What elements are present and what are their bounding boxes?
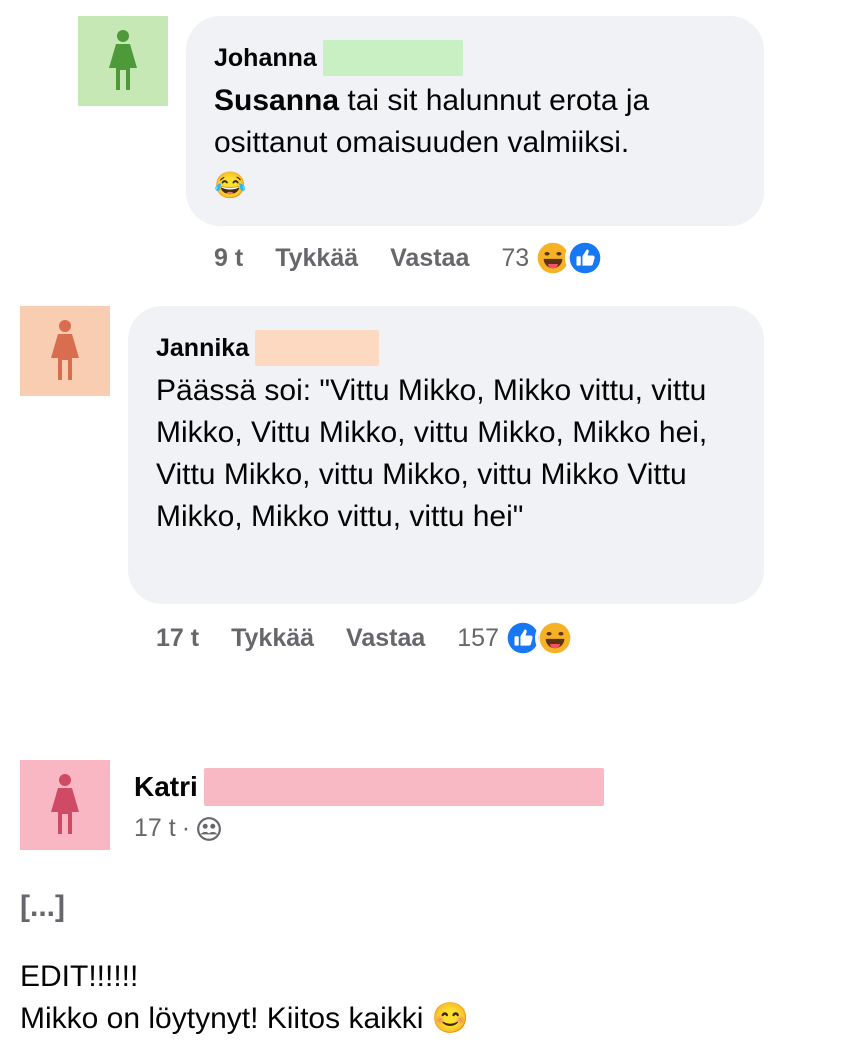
post-author[interactable]: Katri — [134, 769, 198, 805]
post-body: EDIT!!!!!! Mikko on löytynyt! Kiitos kai… — [20, 956, 469, 1040]
separator: · — [181, 814, 191, 842]
emoji: 😂 — [214, 170, 247, 200]
comment-meta: 9 t Tykkää Vastaa 73 — [214, 238, 606, 278]
post-header: Katri 17 t · — [134, 768, 604, 843]
reply-button[interactable]: Vastaa — [346, 624, 425, 653]
reaction-icons[interactable] — [533, 238, 606, 278]
redacted-name — [322, 40, 463, 76]
smile-emoji: 😊 — [431, 1002, 470, 1035]
haha-icon — [535, 618, 575, 658]
person-icon — [109, 30, 137, 90]
comment-author[interactable]: Jannika — [156, 333, 249, 363]
post-message: Mikko on löytynyt! Kiitos kaikki — [20, 1002, 424, 1035]
friends-icon — [197, 816, 221, 841]
reaction-icons[interactable] — [503, 618, 575, 658]
comment-time[interactable]: 9 t — [214, 244, 243, 273]
like-button[interactable]: Tykkää — [231, 624, 314, 653]
person-icon — [51, 320, 79, 380]
mention-link[interactable]: Susanna — [214, 84, 339, 117]
like-button[interactable]: Tykkää — [275, 244, 358, 273]
redacted-name — [255, 330, 380, 366]
redacted-name — [203, 768, 604, 806]
reaction-count[interactable]: 157 — [457, 624, 499, 653]
person-icon — [51, 774, 79, 834]
avatar[interactable] — [20, 306, 110, 396]
comment-text: Päässä soi: "Vittu Mikko, Mikko vittu, v… — [156, 374, 708, 533]
comment-time[interactable]: 17 t — [156, 624, 199, 653]
comment-author[interactable]: Johanna — [214, 43, 317, 73]
comment-bubble: Jannika Päässä soi: "Vittu Mikko, Mikko … — [128, 306, 764, 604]
avatar[interactable] — [78, 16, 168, 106]
reaction-count[interactable]: 73 — [501, 244, 529, 273]
comment-meta: 17 t Tykkää Vastaa 157 — [156, 618, 575, 658]
comment-text: Susanna tai sit halunnut erota ja ositta… — [214, 84, 650, 200]
post-ellipsis: [...] — [20, 890, 65, 923]
comment-bubble: Johanna Susanna tai sit halunnut erota j… — [186, 16, 764, 226]
reply-button[interactable]: Vastaa — [390, 244, 469, 273]
avatar[interactable] — [20, 760, 110, 850]
edit-line: EDIT!!!!!! — [20, 960, 139, 993]
like-icon — [565, 238, 606, 278]
post-time[interactable]: 17 t — [134, 814, 176, 843]
